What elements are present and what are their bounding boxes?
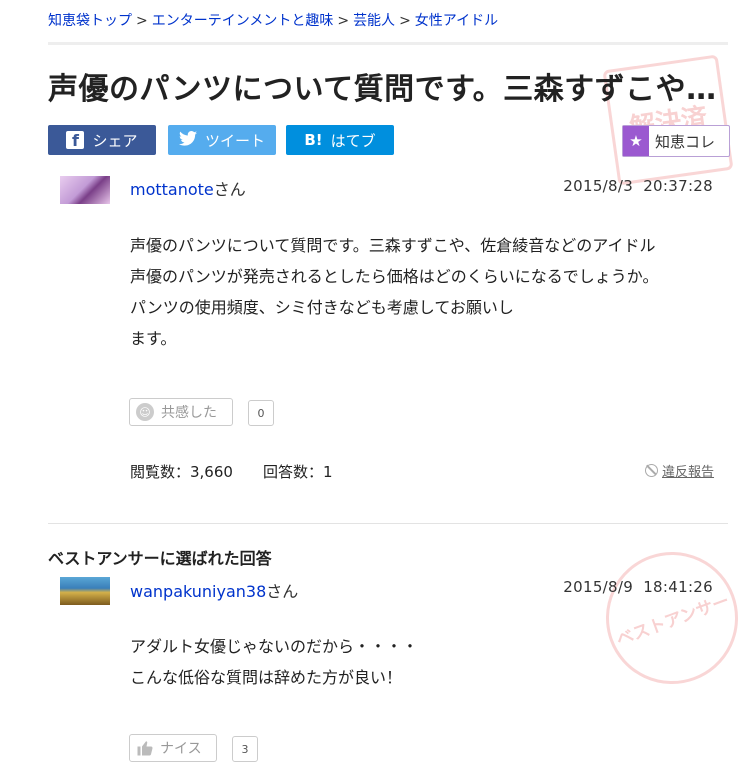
answerer-avatar[interactable]	[60, 577, 110, 605]
empathy-count: 0	[248, 400, 274, 426]
nice-label: ナイス	[160, 741, 202, 757]
answer-timestamp: 2015/8/9 18:41:26	[563, 578, 713, 596]
nice-count: 3	[232, 736, 258, 762]
hatena-bookmark-icon: B!	[304, 131, 323, 149]
view-count: 閲覧数：3,660	[130, 463, 233, 481]
answer-body-line: こんな低俗な質問は辞めた方が良い！	[130, 668, 403, 687]
question-body-line: ます。	[130, 329, 177, 348]
answer-body: アダルト女優じゃないのだから・・・・ こんな低俗な質問は辞めた方が良い！	[130, 631, 720, 693]
smile-icon: ☺	[136, 403, 154, 421]
section-divider	[48, 523, 728, 524]
empathy-label: 共感した	[161, 405, 217, 421]
best-answer-heading: ベストアンサーに選ばれた回答	[48, 549, 272, 568]
answerer-name: wanpakuniyan38さん	[130, 578, 298, 602]
report-link-container: 違反報告	[645, 461, 714, 480]
answer-time: 18:41:26	[643, 578, 713, 596]
questioner-name: mottanoteさん	[130, 176, 246, 200]
breadcrumb-separator: >	[136, 13, 148, 29]
hatena-bookmark-button[interactable]: B! はてブ	[286, 125, 394, 155]
breadcrumb-item-female-idol[interactable]: 女性アイドル	[415, 13, 498, 29]
chiekore-label: 知恵コレ	[655, 132, 716, 151]
questioner-avatar[interactable]	[60, 176, 110, 204]
breadcrumb-item-celebrity[interactable]: 芸能人	[353, 13, 395, 29]
breadcrumb-separator: >	[399, 13, 411, 29]
breadcrumb: 知恵袋トップ > エンターテインメントと趣味 > 芸能人 > 女性アイドル	[48, 10, 498, 30]
question-date: 2015/8/3	[563, 177, 634, 195]
answer-count: 回答数：1	[262, 463, 333, 481]
star-icon: ★	[623, 126, 649, 156]
twitter-tweet-button[interactable]: ツイート	[168, 125, 276, 155]
thumbs-up-icon	[136, 739, 154, 757]
hatena-bookmark-label: はてブ	[330, 131, 376, 150]
breadcrumb-separator: >	[337, 13, 350, 29]
question-body-line: パンツの使用頻度、シミ付きなども考慮してお願いし	[130, 298, 514, 317]
facebook-icon: f	[66, 131, 85, 149]
answer-date: 2015/8/9	[563, 578, 634, 596]
nice-button[interactable]: ナイス	[129, 734, 217, 762]
chiekore-button[interactable]: ★ 知恵コレ	[622, 125, 730, 157]
question-body-line: 声優のパンツが発売されるとしたら価格はどのくらいになるでしょうか。	[130, 267, 659, 286]
answer-body-line: アダルト女優じゃないのだから・・・・	[130, 637, 419, 656]
answerer-honorific: さん	[266, 582, 299, 601]
breadcrumb-item-entertainment[interactable]: エンターテインメントと趣味	[152, 13, 334, 29]
question-title: 声優のパンツについて質問です。三森すずこや…	[48, 72, 717, 107]
question-timestamp: 2015/8/3 20:37:28	[563, 177, 713, 195]
questioner-honorific: さん	[213, 180, 246, 199]
top-divider	[48, 42, 728, 45]
twitter-bird-icon	[178, 130, 197, 150]
report-link[interactable]: 違反報告	[662, 461, 714, 480]
questioner-name-link[interactable]: mottanote	[130, 180, 214, 199]
breadcrumb-item-top[interactable]: 知恵袋トップ	[48, 13, 132, 29]
prohibited-icon	[645, 464, 658, 477]
answerer-name-link[interactable]: wanpakuniyan38	[130, 582, 266, 601]
question-body-line: 声優のパンツについて質問です。三森すずこや、佐倉綾音などのアイドル	[130, 236, 656, 255]
empathy-button[interactable]: ☺ 共感した	[129, 398, 233, 426]
twitter-tweet-label: ツイート	[204, 131, 265, 150]
question-body: 声優のパンツについて質問です。三森すずこや、佐倉綾音などのアイドル 声優のパンツ…	[130, 230, 720, 354]
question-stats: 閲覧数：3,660 回答数：1	[130, 461, 333, 482]
question-time: 20:37:28	[643, 177, 713, 195]
facebook-share-button[interactable]: f シェア	[48, 125, 156, 155]
facebook-share-label: シェア	[92, 131, 138, 150]
